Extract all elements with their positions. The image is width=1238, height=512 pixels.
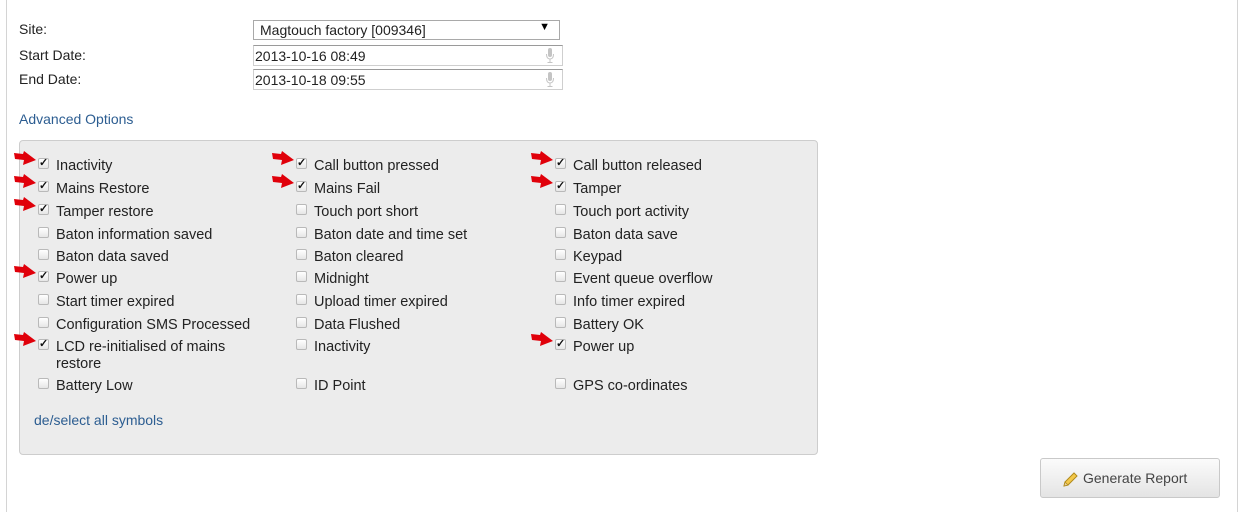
generate-report-button[interactable]: Generate Report [1040, 458, 1220, 498]
option-checkbox[interactable] [38, 378, 49, 389]
option-checkbox[interactable] [38, 177, 49, 195]
option-checkbox[interactable] [38, 294, 49, 305]
option-checkbox[interactable] [296, 227, 307, 238]
end-date-value: 2013-10-18 09:55 [255, 72, 366, 88]
site-select-value: Magtouch factory [009346] [260, 22, 426, 38]
option-checkbox[interactable] [555, 271, 566, 282]
option-label: Tamper restore [56, 204, 154, 220]
option-checkbox[interactable] [555, 154, 566, 172]
advanced-options-link[interactable]: Advanced Options [19, 111, 133, 127]
option-checkbox[interactable] [38, 317, 49, 328]
option-checkbox[interactable] [38, 249, 49, 260]
option-label: Call button released [573, 158, 702, 174]
option-label: Data Flushed [314, 317, 401, 333]
option-label: Midnight [314, 271, 369, 287]
option-label-continued: restore [56, 356, 102, 372]
red-arrow-annotation-icon [14, 264, 36, 278]
red-arrow-annotation-icon [14, 174, 36, 188]
option-checkbox[interactable] [555, 227, 566, 238]
select-all-link[interactable]: de/select all symbols [34, 412, 163, 428]
option-checkbox[interactable] [296, 249, 307, 260]
site-select[interactable]: Magtouch factory [009346] ▼ [253, 20, 560, 40]
option-label: Mains Restore [56, 181, 150, 197]
pencil-icon [1063, 472, 1078, 487]
option-label: Info timer expired [573, 294, 686, 310]
site-label: Site: [19, 21, 48, 37]
option-checkbox[interactable] [38, 154, 49, 172]
microphone-icon[interactable] [546, 48, 554, 63]
option-label: Configuration SMS Processed [56, 317, 251, 333]
option-checkbox[interactable] [555, 249, 566, 260]
option-checkbox[interactable] [296, 154, 307, 172]
option-label: GPS co-ordinates [573, 378, 688, 394]
microphone-icon[interactable] [546, 72, 554, 87]
red-arrow-annotation-icon [14, 332, 36, 346]
option-checkbox[interactable] [38, 335, 49, 353]
option-label: Upload timer expired [314, 294, 448, 310]
option-checkbox[interactable] [38, 200, 49, 218]
option-checkbox[interactable] [296, 271, 307, 282]
option-label: Touch port activity [573, 204, 690, 220]
option-checkbox[interactable] [555, 317, 566, 328]
red-arrow-annotation-icon [14, 197, 36, 211]
red-arrow-annotation-icon [531, 151, 553, 165]
option-label: Baton date and time set [314, 227, 468, 243]
start-date-input[interactable]: 2013-10-16 08:49 [253, 45, 563, 66]
option-label: Baton data save [573, 227, 678, 243]
end-date-input[interactable]: 2013-10-18 09:55 [253, 69, 563, 90]
generate-report-label: Generate Report [1083, 470, 1188, 486]
option-label: Tamper [573, 181, 622, 197]
option-checkbox[interactable] [38, 267, 49, 285]
option-label: Power up [56, 271, 118, 287]
option-label: Baton cleared [314, 249, 404, 265]
option-checkbox[interactable] [296, 339, 307, 350]
option-checkbox[interactable] [296, 177, 307, 195]
option-checkbox[interactable] [555, 204, 566, 215]
option-checkbox[interactable] [555, 294, 566, 305]
option-label: Inactivity [314, 339, 371, 355]
red-arrow-annotation-icon [14, 151, 36, 165]
option-checkbox[interactable] [296, 294, 307, 305]
option-label: Keypad [573, 249, 623, 265]
option-label: Baton information saved [56, 227, 213, 243]
option-label: ID Point [314, 378, 366, 394]
option-label: LCD re-initialised of mains [56, 339, 226, 355]
option-label: Event queue overflow [573, 271, 713, 287]
option-checkbox[interactable] [555, 335, 566, 353]
red-arrow-annotation-icon [272, 151, 294, 165]
option-label: Power up [573, 339, 635, 355]
option-checkbox[interactable] [296, 204, 307, 215]
option-label: Battery Low [56, 378, 133, 394]
red-arrow-annotation-icon [272, 174, 294, 188]
option-label: Inactivity [56, 158, 113, 174]
option-label: Start timer expired [56, 294, 175, 310]
option-label: Touch port short [314, 204, 418, 220]
option-label: Call button pressed [314, 158, 439, 174]
option-label: Mains Fail [314, 181, 381, 197]
option-checkbox[interactable] [296, 378, 307, 389]
option-checkbox[interactable] [296, 317, 307, 328]
start-date-value: 2013-10-16 08:49 [255, 48, 366, 64]
start-date-label: Start Date: [19, 47, 86, 63]
red-arrow-annotation-icon [531, 332, 553, 346]
option-checkbox[interactable] [555, 177, 566, 195]
red-arrow-annotation-icon [531, 174, 553, 188]
option-checkbox[interactable] [555, 378, 566, 389]
option-label: Baton data saved [56, 249, 169, 265]
option-label: Battery OK [573, 317, 644, 333]
chevron-down-icon: ▼ [539, 21, 550, 33]
option-checkbox[interactable] [38, 227, 49, 238]
end-date-label: End Date: [19, 71, 82, 87]
